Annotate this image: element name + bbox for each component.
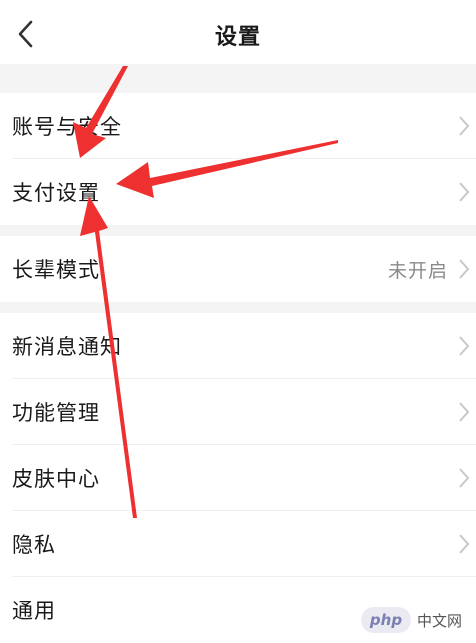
row-label: 新消息通知 bbox=[12, 335, 122, 359]
row-label: 支付设置 bbox=[12, 181, 100, 205]
chevron-right-icon bbox=[459, 259, 470, 279]
row-label: 长辈模式 bbox=[12, 258, 100, 282]
header-bar: 设置 bbox=[0, 0, 476, 64]
row-privacy[interactable]: 隐私 bbox=[0, 511, 476, 577]
chevron-right-icon bbox=[459, 534, 470, 554]
chevron-right-icon bbox=[459, 402, 470, 422]
row-label: 通用 bbox=[12, 599, 56, 623]
settings-group-account: 账号与安全 支付设置 bbox=[0, 93, 476, 225]
settings-group-general: 新消息通知 功能管理 皮肤中心 隐私 通用 bbox=[0, 313, 476, 643]
settings-group-elder: 长辈模式 未开启 bbox=[0, 236, 476, 302]
page-title: 设置 bbox=[214, 25, 261, 50]
watermark: php 中文网 bbox=[360, 607, 462, 633]
chevron-right-icon bbox=[459, 336, 470, 356]
row-new-message-notification[interactable]: 新消息通知 bbox=[0, 313, 476, 379]
row-feature-management[interactable]: 功能管理 bbox=[0, 379, 476, 445]
chevron-right-icon bbox=[459, 468, 470, 488]
row-elder-mode[interactable]: 长辈模式 未开启 bbox=[0, 236, 476, 302]
elder-mode-status: 未开启 bbox=[387, 259, 448, 282]
row-account-security[interactable]: 账号与安全 bbox=[0, 93, 476, 159]
row-payment-settings[interactable]: 支付设置 bbox=[0, 159, 476, 225]
row-label: 功能管理 bbox=[12, 401, 100, 425]
chevron-right-icon bbox=[459, 182, 470, 202]
watermark-text: 中文网 bbox=[416, 611, 462, 630]
php-logo: php bbox=[360, 607, 411, 633]
row-label: 隐私 bbox=[12, 533, 56, 557]
chevron-right-icon bbox=[459, 116, 470, 136]
row-label: 皮肤中心 bbox=[12, 467, 100, 491]
row-label: 账号与安全 bbox=[12, 115, 122, 139]
row-skin-center[interactable]: 皮肤中心 bbox=[0, 445, 476, 511]
